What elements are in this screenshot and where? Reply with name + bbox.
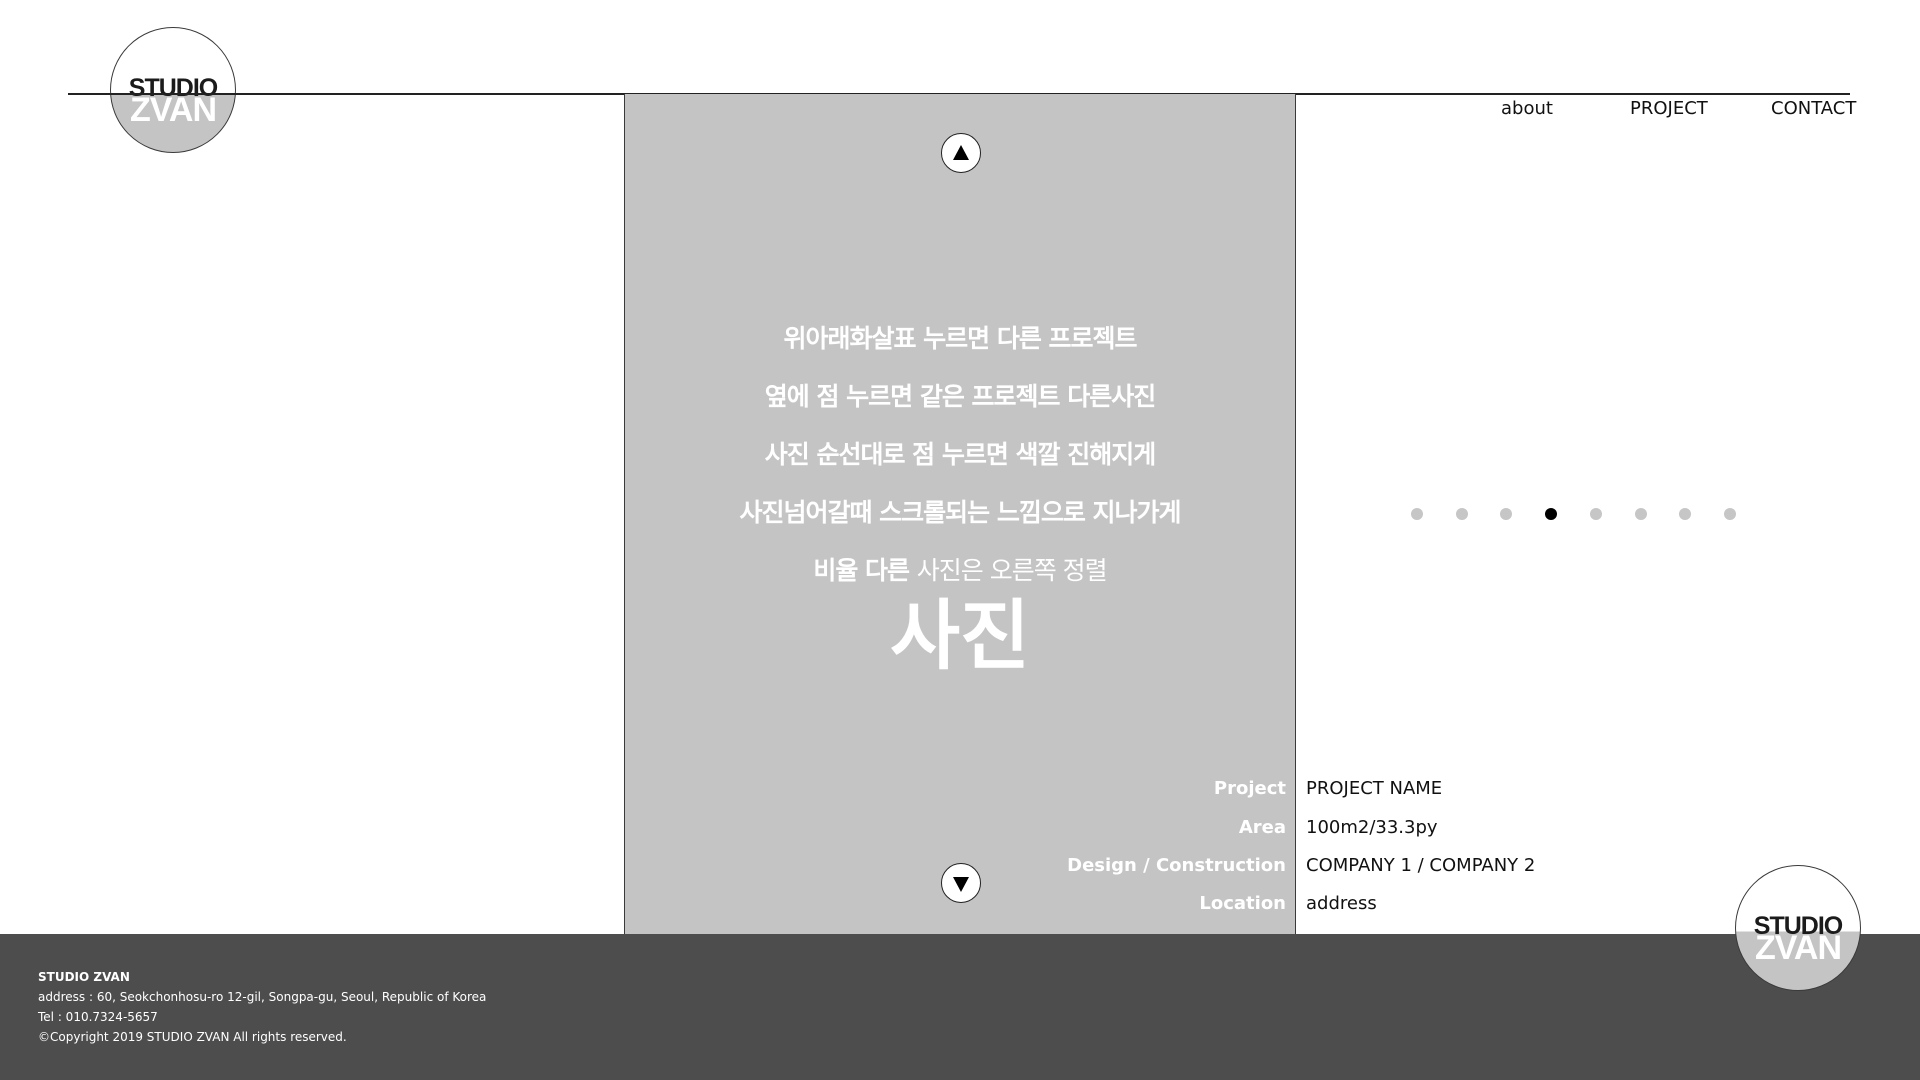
footer: STUDIO ZVAN address : 60, Seokchonhosu-r… (0, 934, 1920, 1080)
photo-placeholder-label: 사진 (890, 591, 1030, 680)
pagination-dot[interactable] (1500, 508, 1512, 520)
note-line: 사진넘어갈때 스크롤되는 느낌으로 지나가게 (739, 498, 1181, 527)
logo-top[interactable]: STUDIO ZVAN (110, 27, 236, 153)
pagination-dot[interactable] (1724, 508, 1736, 520)
info-label-project: Project (1213, 778, 1286, 799)
footer-company-name: STUDIO ZVAN (38, 970, 130, 984)
info-value-project: PROJECT NAME (1306, 778, 1443, 799)
info-label-design: Design / Construction (1067, 855, 1286, 876)
pagination-dot[interactable] (1635, 508, 1647, 520)
info-label-location: Location (1199, 893, 1286, 914)
project-photo: 위아래화살표 누르면 다른 프로젝트 옆에 점 누르면 같은 프로젝트 다른사진… (624, 94, 1296, 934)
pagination-dot[interactable] (1456, 508, 1468, 520)
note-line: 옆에 점 누르면 같은 프로젝트 다른사진 (764, 382, 1157, 411)
note-line: 위아래화살표 누르면 다른 프로젝트 (783, 324, 1137, 353)
logo-text-zvan: ZVAN (129, 91, 217, 129)
footer-info: STUDIO ZVAN address : 60, Seokchonhosu-r… (38, 967, 486, 1047)
footer-tel: Tel : 010.7324-5657 (38, 1010, 158, 1024)
info-value-design: COMPANY 1 / COMPANY 2 (1306, 855, 1536, 876)
logo-bottom[interactable]: STUDIO ZVAN (1735, 865, 1861, 991)
pagination-dot[interactable] (1679, 508, 1691, 520)
arrow-up-icon[interactable] (941, 133, 981, 173)
note-bold-part: 비율 다른 (813, 556, 910, 585)
note-line: 사진 순선대로 점 누르면 색깔 진해지게 (764, 440, 1157, 469)
nav-project[interactable]: PROJECT (1630, 97, 1708, 121)
logo-text-zvan: ZVAN (1754, 929, 1842, 967)
photo-pagination (1411, 508, 1741, 522)
footer-address: address : 60, Seokchonhosu-ro 12-gil, So… (38, 990, 487, 1004)
info-value-area: 100m2/33.3py (1306, 817, 1438, 838)
nav-contact[interactable]: CONTACT (1771, 97, 1856, 121)
nav-about[interactable]: about (1501, 97, 1553, 121)
placeholder-notes: 위아래화살표 누르면 다른 프로젝트 옆에 점 누르면 같은 프로젝트 다른사진… (625, 310, 1295, 600)
note-light-part: 사진은 오른쪽 정렬 (916, 556, 1108, 585)
pagination-dot[interactable] (1590, 508, 1602, 520)
pagination-dot-active[interactable] (1545, 508, 1557, 520)
arrow-down-icon[interactable] (941, 863, 981, 903)
pagination-dot[interactable] (1411, 508, 1423, 520)
info-value-location: address (1306, 893, 1377, 914)
footer-copyright: ©Copyright 2019 STUDIO ZVAN All rights r… (38, 1030, 347, 1044)
info-label-area: Area (1238, 817, 1286, 838)
